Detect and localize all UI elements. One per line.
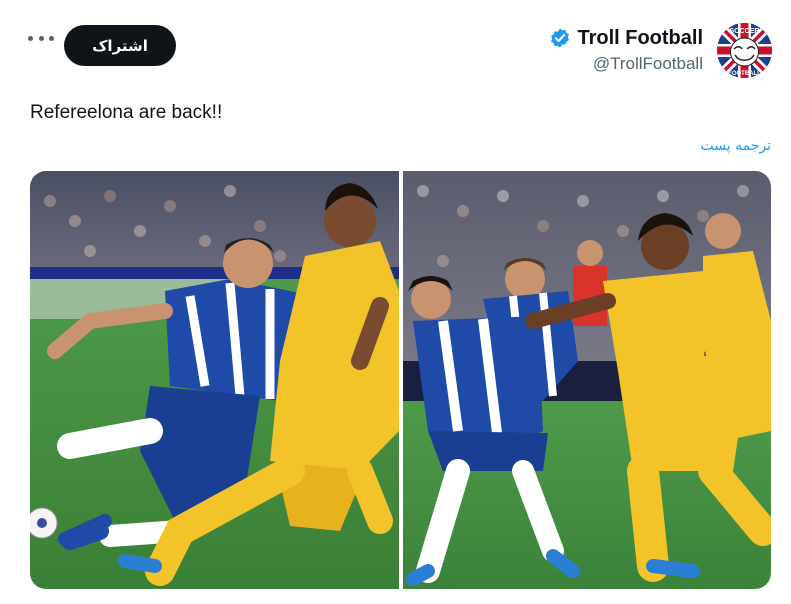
avatar-badge-text: SOCCER [730,28,760,35]
photo-right[interactable]: 22 [403,171,771,589]
verified-badge-icon [551,28,570,48]
subscribe-button[interactable]: اشتراک [64,25,176,66]
avatar-badge-text-2: FOOTBALL [728,71,761,77]
translate-post-link[interactable]: ترجمه پست [701,138,771,154]
tweet-media[interactable]: 22 [30,171,771,589]
more-options-icon[interactable] [28,30,54,46]
tweet-card: اشتراک Troll Football @TrollFootball SOC… [0,0,791,604]
football-challenge-image: 22 [403,171,771,589]
avatar[interactable]: SOCCER FOOTBALL [717,23,772,78]
author-display-name[interactable]: Troll Football [577,27,703,50]
union-flag-troll-logo: SOCCER FOOTBALL [717,23,772,78]
author-info[interactable]: Troll Football @TrollFootball [549,24,703,74]
tweet-text: Refereelona are back!! [30,102,223,123]
photo-left[interactable] [30,171,399,589]
author-handle[interactable]: @TrollFootball [549,54,703,74]
football-tackle-image [30,171,399,589]
